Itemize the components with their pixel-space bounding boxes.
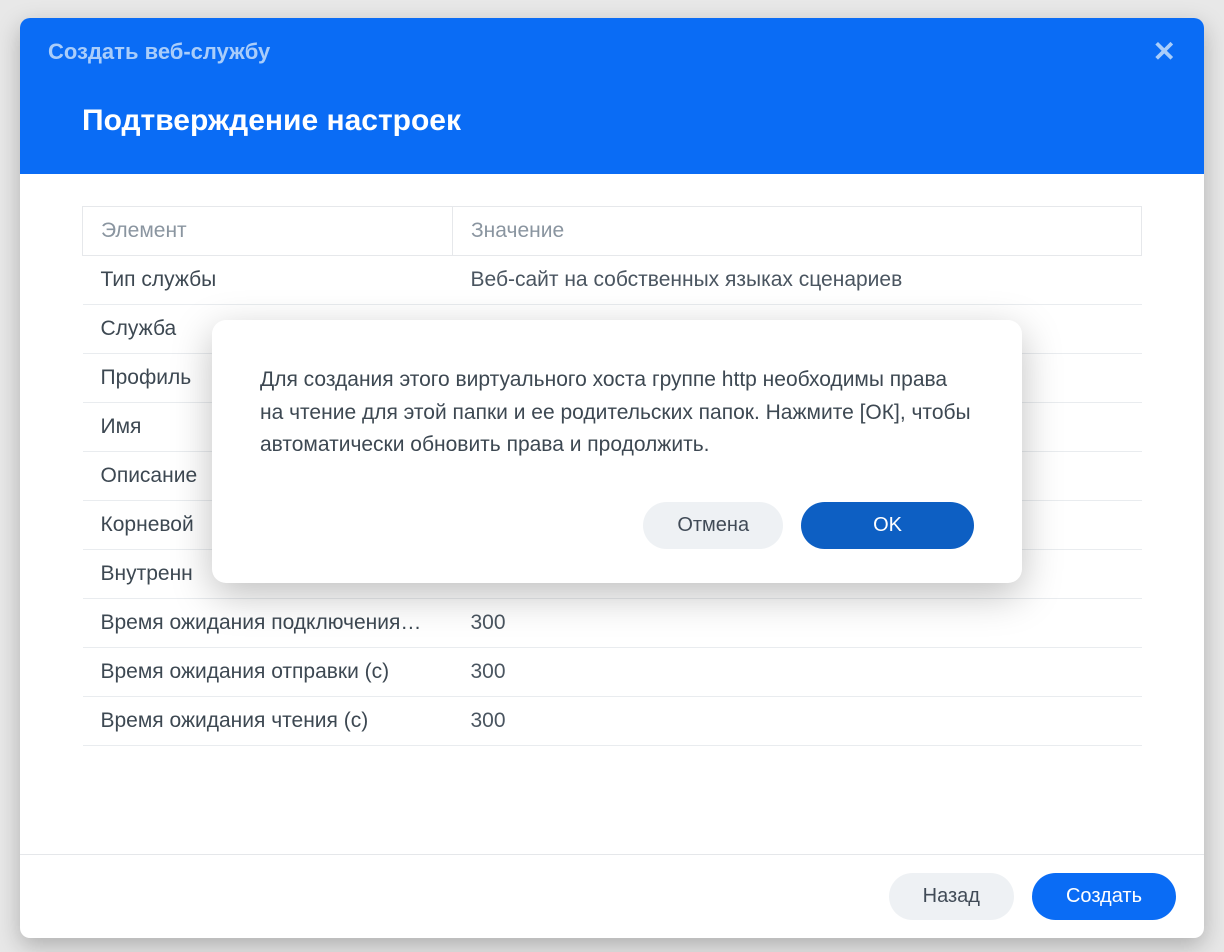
table-row: Время ожидания чтения (с)300 — [83, 697, 1142, 746]
back-button[interactable]: Назад — [889, 873, 1014, 920]
col-item: Элемент — [83, 207, 453, 256]
close-icon[interactable]: ✕ — [1153, 38, 1176, 66]
setting-key: Тип службы — [83, 256, 453, 305]
cancel-button[interactable]: Отмена — [643, 502, 783, 549]
setting-value: 300 — [453, 697, 1142, 746]
table-row: Время ожидания подключения…300 — [83, 599, 1142, 648]
create-button[interactable]: Создать — [1032, 873, 1176, 920]
permission-confirm-dialog: Для создания этого виртуального хоста гр… — [212, 320, 1022, 583]
wizard-footer: Назад Создать — [20, 854, 1204, 938]
setting-key: Время ожидания отправки (с) — [83, 648, 453, 697]
col-value: Значение — [453, 207, 1142, 256]
setting-key: Время ожидания подключения… — [83, 599, 453, 648]
setting-key: Время ожидания чтения (с) — [83, 697, 453, 746]
wizard-title: Создать веб-службу — [48, 39, 270, 65]
wizard-titlebar: Создать веб-службу ✕ — [20, 18, 1204, 86]
setting-value: 300 — [453, 599, 1142, 648]
setting-value: 300 — [453, 648, 1142, 697]
table-row: Время ожидания отправки (с)300 — [83, 648, 1142, 697]
table-row: Тип службыВеб-сайт на собственных языках… — [83, 256, 1142, 305]
wizard-step-title: Подтверждение настроек — [82, 104, 1142, 138]
ok-button[interactable]: OK — [801, 502, 974, 549]
dialog-message: Для создания этого виртуального хоста гр… — [260, 364, 974, 462]
setting-value: Веб-сайт на собственных языках сценариев — [453, 256, 1142, 305]
wizard-subheader: Подтверждение настроек — [20, 86, 1204, 174]
